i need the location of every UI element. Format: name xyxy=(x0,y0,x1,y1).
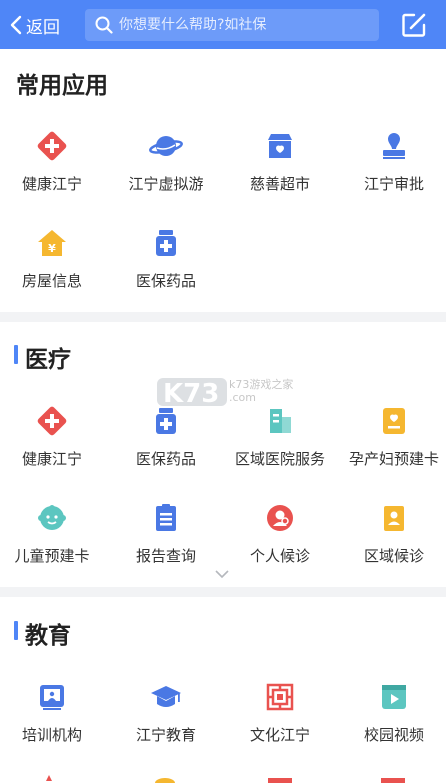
medical-cross-icon xyxy=(37,131,67,161)
app-medical-drugs[interactable]: 医保药品 xyxy=(110,228,222,291)
app-campus-video[interactable]: 校园视频 xyxy=(338,682,446,745)
baby-face-icon xyxy=(38,505,66,530)
medicine-bottle-icon xyxy=(156,408,176,434)
app-maternity-card[interactable]: 孕产妇预建卡 xyxy=(338,406,446,469)
back-button[interactable]: 返回 xyxy=(10,12,60,38)
app-label: 报告查询 xyxy=(135,547,196,565)
star-icon xyxy=(46,775,52,781)
chevron-left-icon xyxy=(10,15,22,35)
app-label: 江宁虚拟游 xyxy=(128,175,204,193)
section-title-common: 常用应用 xyxy=(16,73,108,99)
app-health-jiangning-2[interactable]: 健康江宁 xyxy=(0,406,108,469)
section-divider xyxy=(0,587,446,597)
app-label: 房屋信息 xyxy=(21,272,82,290)
app-medical-drugs-2[interactable]: 医保药品 xyxy=(110,406,222,469)
hospital-building-icon xyxy=(270,409,291,433)
education-section: 教育 培训机构 江宁教育 文化江宁 校园视频 xyxy=(0,597,446,783)
back-label: 返回 xyxy=(26,17,60,38)
app-label: 儿童预建卡 xyxy=(14,547,90,565)
app-regional-hospital[interactable]: 区域医院服务 xyxy=(224,406,336,469)
common-apps-section: 常用应用 健康江宁 江宁虚拟游 慈善超市 江宁审批 ¥ 房屋信息 医保药品 xyxy=(0,49,446,312)
graduation-cap-icon xyxy=(151,686,181,707)
section-title-education: 教育 xyxy=(25,623,71,649)
app-house-info[interactable]: ¥ 房屋信息 xyxy=(0,228,108,291)
medical-cross-icon xyxy=(37,406,67,436)
app-label: 个人候诊 xyxy=(249,547,310,565)
presentation-board-icon xyxy=(40,685,64,710)
app-label: 健康江宁 xyxy=(21,175,82,193)
app-label: 医保药品 xyxy=(135,272,196,290)
app-label: 校园视频 xyxy=(363,726,424,744)
stamp-icon xyxy=(383,133,405,159)
top-bar: 返回 xyxy=(0,0,446,49)
app-health-jiangning[interactable]: 健康江宁 xyxy=(0,131,108,194)
section-title-marker xyxy=(14,621,18,640)
app-virtual-tour[interactable]: 江宁虚拟游 xyxy=(110,131,222,194)
chinese-knot-icon xyxy=(266,683,294,711)
user-circle-icon xyxy=(267,505,293,531)
medicine-bottle-icon xyxy=(156,230,176,256)
app-report-query[interactable]: 报告查询 xyxy=(110,503,222,566)
edit-icon[interactable] xyxy=(400,11,428,39)
bar-icon xyxy=(381,778,405,783)
storefront-icon xyxy=(268,134,292,158)
section-divider xyxy=(0,312,446,322)
app-label: 医保药品 xyxy=(135,450,196,468)
house-yuan-icon: ¥ xyxy=(38,230,66,256)
app-charity-market[interactable]: 慈善超市 xyxy=(224,131,336,194)
report-list-icon xyxy=(156,504,176,531)
app-label: 健康江宁 xyxy=(21,450,82,468)
heart-card-icon xyxy=(383,408,405,434)
app-jiangning-approval[interactable]: 江宁审批 xyxy=(338,131,446,194)
section-title-marker xyxy=(14,345,18,364)
circle-icon xyxy=(155,778,175,783)
medical-section: 医疗 K73 k73游戏之家 .com 健康江宁 医保药品 区域医院服务 孕产妇… xyxy=(0,322,446,587)
video-play-icon xyxy=(382,685,406,709)
watermark-logo: K73 k73游戏之家 .com xyxy=(155,374,295,410)
app-label: 江宁教育 xyxy=(135,726,196,744)
app-culture-jiangning[interactable]: 文化江宁 xyxy=(224,682,336,745)
next-row-partial xyxy=(0,775,446,783)
app-label: 江宁审批 xyxy=(363,175,424,193)
svg-text:¥: ¥ xyxy=(48,242,56,255)
app-label: 慈善超市 xyxy=(249,175,310,193)
app-label: 区域候诊 xyxy=(363,547,424,565)
bar-icon xyxy=(268,778,292,783)
watermark-text: k73游戏之家 .com xyxy=(229,378,294,404)
search-icon xyxy=(95,16,113,34)
app-jiangning-education[interactable]: 江宁教育 xyxy=(110,682,222,745)
search-box[interactable] xyxy=(85,9,379,41)
app-label: 孕产妇预建卡 xyxy=(348,450,439,468)
app-label: 文化江宁 xyxy=(249,726,310,744)
svg-text:K73: K73 xyxy=(163,379,219,409)
app-regional-waiting[interactable]: 区域候诊 xyxy=(338,503,446,566)
app-training-institution[interactable]: 培训机构 xyxy=(0,682,108,745)
app-label: 区域医院服务 xyxy=(234,450,325,468)
app-child-card[interactable]: 儿童预建卡 xyxy=(0,503,108,566)
app-label: 培训机构 xyxy=(21,726,82,744)
search-input[interactable] xyxy=(119,17,369,33)
app-personal-waiting[interactable]: 个人候诊 xyxy=(224,503,336,566)
id-card-icon xyxy=(384,506,404,531)
planet-icon xyxy=(149,136,183,156)
section-title-medical: 医疗 xyxy=(25,347,71,373)
expand-chevron-icon[interactable] xyxy=(215,570,229,579)
